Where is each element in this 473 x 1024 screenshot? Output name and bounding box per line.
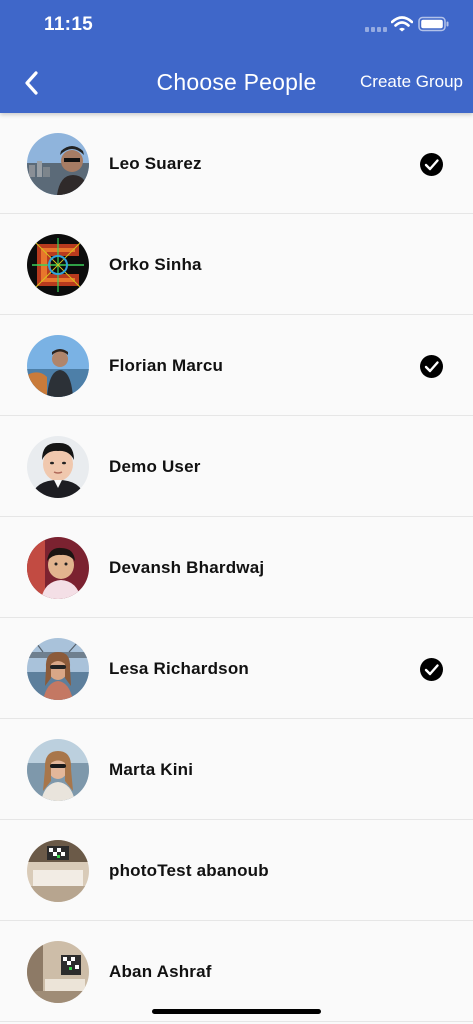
- person-name: Florian Marcu: [109, 356, 224, 375]
- list-item[interactable]: Florian Marcu: [0, 315, 473, 416]
- check-icon: [420, 658, 443, 681]
- back-button[interactable]: [16, 62, 52, 102]
- list-item[interactable]: Demo User: [0, 416, 473, 517]
- avatar: [27, 638, 89, 700]
- avatar: [27, 537, 89, 599]
- list-item[interactable]: Devansh Bhardwaj: [0, 517, 473, 618]
- person-name: Lesa Richardson: [109, 659, 249, 678]
- people-list: Leo Suarez Orko Sinha Florian Marcu Demo…: [0, 113, 473, 1024]
- avatar: [27, 234, 89, 296]
- list-item[interactable]: Aban Ashraf: [0, 921, 473, 1022]
- wifi-icon: [391, 16, 413, 32]
- person-name: Aban Ashraf: [109, 962, 212, 981]
- app-header: 11:15 Choose People Create Group: [0, 0, 473, 113]
- navigation-bar: Choose People Create Group: [0, 50, 473, 113]
- avatar: [27, 941, 89, 1003]
- check-icon: [420, 355, 443, 378]
- list-item[interactable]: Orko Sinha: [0, 214, 473, 315]
- avatar: [27, 335, 89, 397]
- cellular-signal-icon: [365, 27, 387, 32]
- list-item[interactable]: photoTest abanoub: [0, 820, 473, 921]
- person-name: Leo Suarez: [109, 154, 202, 173]
- avatar: [27, 436, 89, 498]
- person-name: Demo User: [109, 457, 201, 476]
- create-group-button[interactable]: Create Group: [360, 72, 463, 92]
- avatar: [27, 739, 89, 801]
- check-icon: [420, 153, 443, 176]
- chevron-left-icon: [25, 71, 38, 95]
- status-bar: 11:15: [0, 0, 473, 50]
- person-name: photoTest abanoub: [109, 861, 269, 880]
- list-item[interactable]: Leo Suarez: [0, 113, 473, 214]
- avatar: [27, 133, 89, 195]
- status-time: 11:15: [44, 14, 94, 35]
- avatar: [27, 840, 89, 902]
- list-item[interactable]: Marta Kini: [0, 719, 473, 820]
- person-name: Devansh Bhardwaj: [109, 558, 265, 577]
- battery-icon: [418, 16, 449, 32]
- person-name: Marta Kini: [109, 760, 194, 779]
- home-indicator: [152, 1009, 321, 1014]
- person-name: Orko Sinha: [109, 255, 202, 274]
- list-item[interactable]: Lesa Richardson: [0, 618, 473, 719]
